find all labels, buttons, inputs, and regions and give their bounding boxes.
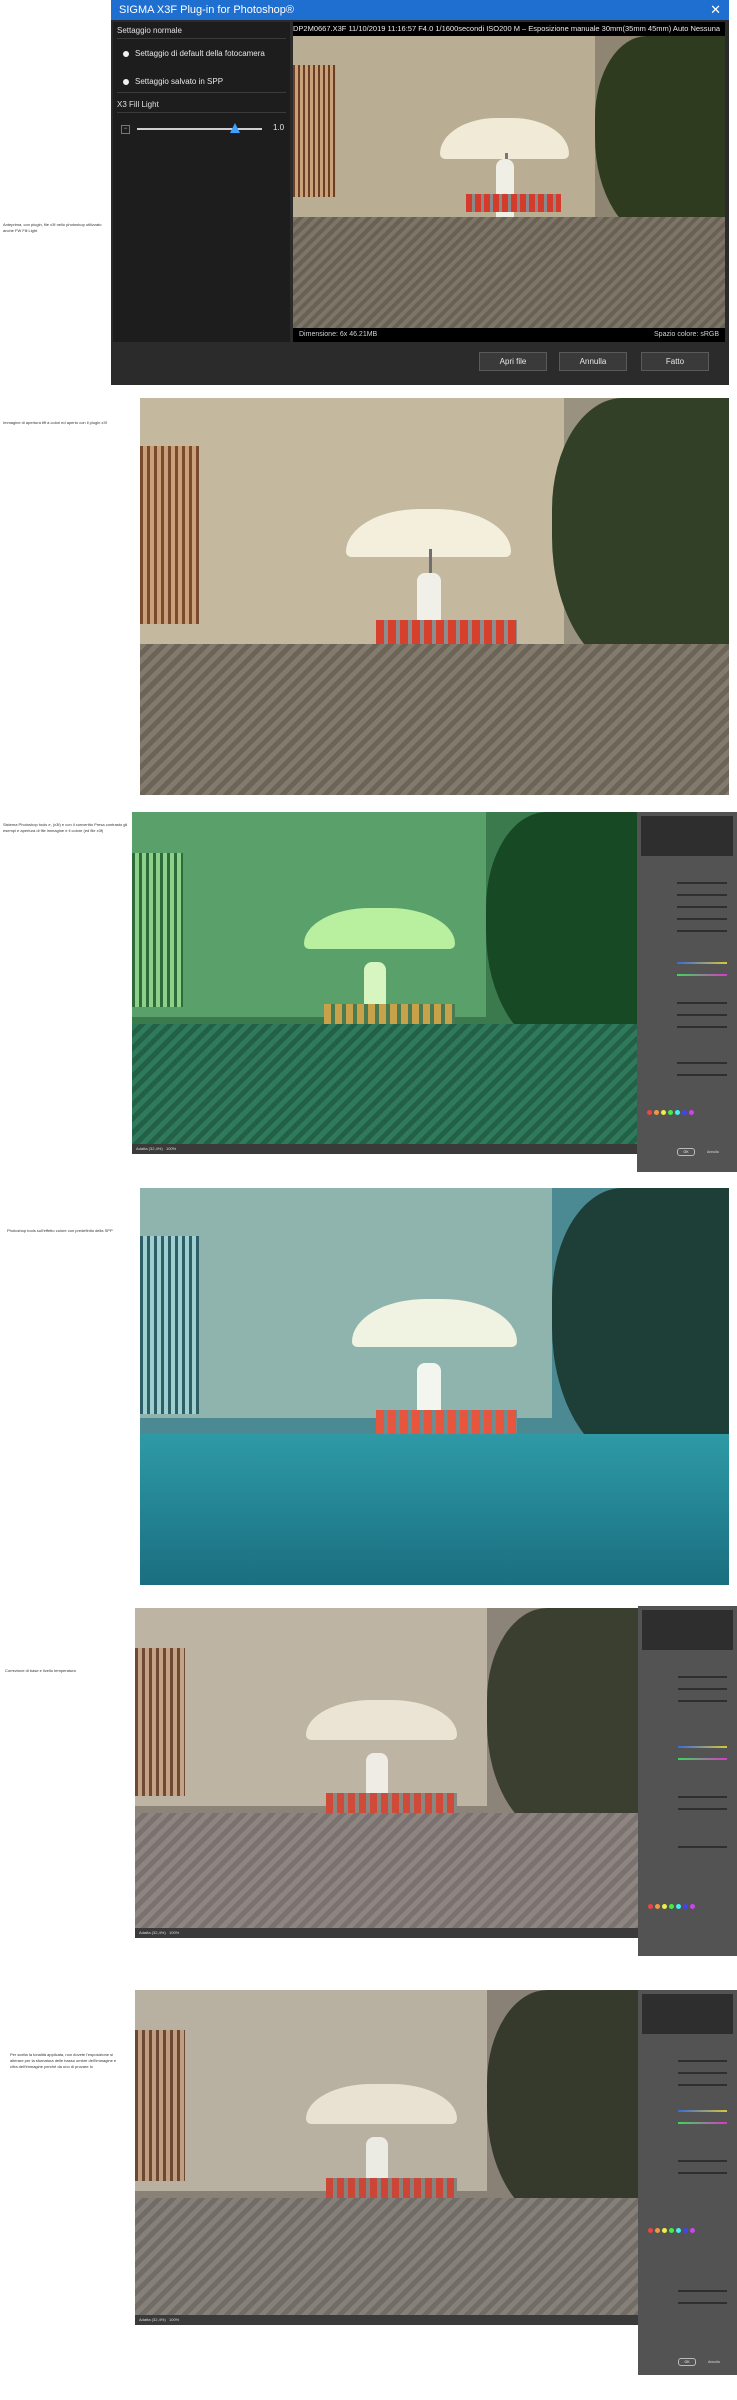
preview-image <box>293 36 725 328</box>
ok-button[interactable]: OK <box>678 2358 696 2366</box>
slider[interactable] <box>677 930 727 932</box>
fill-light-slider[interactable] <box>137 123 262 133</box>
slider[interactable] <box>677 906 727 908</box>
plugin-window: SIGMA X3F Plug-in for Photoshop® ✕ Setta… <box>111 0 729 385</box>
slider[interactable] <box>678 1846 727 1848</box>
histogram <box>642 1994 733 2034</box>
slider[interactable] <box>678 2072 727 2074</box>
slider[interactable] <box>678 2060 727 2062</box>
caption-3: Sistema Photoshop tools e, (x3f) e con i… <box>3 822 128 833</box>
exif-info: DP2M0667.X3F 11/10/2019 11:16:57 F4.0 1/… <box>293 22 725 36</box>
color-space-text: Spazio colore: sRGB <box>654 331 719 338</box>
ok-button[interactable]: OK <box>677 1148 695 1156</box>
cancel-link[interactable]: Annulla <box>708 2360 720 2364</box>
radio-icon <box>123 50 129 57</box>
camera-raw-panel <box>638 1606 737 1956</box>
zoom-label[interactable]: Adatta (32,4%) <box>136 1144 163 1154</box>
fill-light-label: X3 Fill Light <box>117 100 159 109</box>
slider[interactable] <box>678 1808 727 1810</box>
slider[interactable] <box>678 1676 727 1678</box>
zoom-value[interactable]: 100% <box>169 1928 179 1938</box>
tint-slider[interactable] <box>678 1758 727 1760</box>
done-button[interactable]: Fatto <box>641 352 709 371</box>
temperature-slider[interactable] <box>678 2110 727 2112</box>
tint-slider[interactable] <box>677 974 727 976</box>
dimension-text: Dimensione: 6x 46.21MB <box>299 331 378 338</box>
minus-icon[interactable]: − <box>121 125 130 134</box>
slider[interactable] <box>678 2172 727 2174</box>
divider <box>117 92 286 93</box>
slider[interactable] <box>678 2302 727 2304</box>
color-mixer-dots[interactable] <box>648 1896 697 1914</box>
title-bar: SIGMA X3F Plug-in for Photoshop® ✕ <box>111 0 729 20</box>
slider[interactable] <box>677 1026 727 1028</box>
slider[interactable] <box>677 882 727 884</box>
open-file-button[interactable]: Apri file <box>479 352 547 371</box>
status-bar: Dimensione: 6x 46.21MB Spazio colore: sR… <box>293 328 725 342</box>
cancel-link[interactable]: Annulla <box>707 1150 719 1154</box>
temperature-slider[interactable] <box>678 1746 727 1748</box>
cancel-button[interactable]: Annulla <box>559 352 627 371</box>
zoom-label[interactable]: Adatta (32,4%) <box>139 2315 166 2325</box>
slider[interactable] <box>678 1688 727 1690</box>
caption-2: Immagine di apertura tiff a colori ed ap… <box>3 420 107 425</box>
radio-spp-saved[interactable]: Settaggio salvato in SPP <box>123 77 223 86</box>
histogram <box>642 1610 733 1650</box>
slider[interactable] <box>677 894 727 896</box>
divider <box>117 112 286 113</box>
zoom-value[interactable]: 100% <box>169 2315 179 2325</box>
slider[interactable] <box>678 2084 727 2086</box>
section-label: Settaggio normale <box>117 26 182 35</box>
caption-4: Photoshop tools sull'effetto colore con … <box>7 1228 113 1233</box>
slider[interactable] <box>677 1002 727 1004</box>
tint-slider[interactable] <box>678 2122 727 2124</box>
caption-1: Anteprima, con plugin, file x3f nello ph… <box>3 222 102 233</box>
histogram <box>641 816 733 856</box>
slider[interactable] <box>677 1074 727 1076</box>
photo-final <box>135 1990 638 2325</box>
zoom-label[interactable]: Adatta (32,4%) <box>139 1928 166 1938</box>
color-mixer-dots[interactable] <box>648 2220 697 2238</box>
slider-handle[interactable] <box>229 123 240 133</box>
fill-light-value: 1.0 <box>273 123 285 132</box>
radio-icon <box>123 78 129 85</box>
slider[interactable] <box>678 1796 727 1798</box>
divider <box>117 38 286 39</box>
close-icon[interactable]: ✕ <box>710 0 721 20</box>
slider[interactable] <box>677 1014 727 1016</box>
camera-raw-panel: OK Annulla <box>637 812 737 1172</box>
caption-6: Per scelta la tonalità applicata, non do… <box>10 2052 117 2069</box>
photo-opened-tiff <box>140 398 729 795</box>
radio-camera-default[interactable]: Settaggio di default della fotocamera <box>123 49 265 58</box>
camera-raw-panel: OK Annulla <box>638 1990 737 2375</box>
zoom-bar: Adatta (32,4%) 100% <box>135 2315 638 2325</box>
slider[interactable] <box>677 1062 727 1064</box>
slider[interactable] <box>678 2290 727 2292</box>
temperature-slider[interactable] <box>677 962 727 964</box>
slider[interactable] <box>678 2160 727 2162</box>
settings-panel: Settaggio normale Settaggio di default d… <box>113 22 290 342</box>
slider[interactable] <box>677 918 727 920</box>
zoom-value[interactable]: 100% <box>166 1144 176 1154</box>
zoom-bar: Adatta (32,4%) 100% <box>132 1144 637 1154</box>
window-title: SIGMA X3F Plug-in for Photoshop® <box>119 4 295 16</box>
color-mixer-dots[interactable] <box>647 1102 696 1120</box>
caption-5: Correzione di base e livello temperatura <box>5 1668 76 1673</box>
photo-temperature-edit <box>135 1608 638 1938</box>
slider[interactable] <box>678 1700 727 1702</box>
zoom-bar: Adatta (32,4%) 100% <box>135 1928 638 1938</box>
photo-green-edit <box>132 812 637 1154</box>
photo-cyan-spp <box>140 1188 729 1585</box>
preview-area: DP2M0667.X3F 11/10/2019 11:16:57 F4.0 1/… <box>293 22 725 342</box>
